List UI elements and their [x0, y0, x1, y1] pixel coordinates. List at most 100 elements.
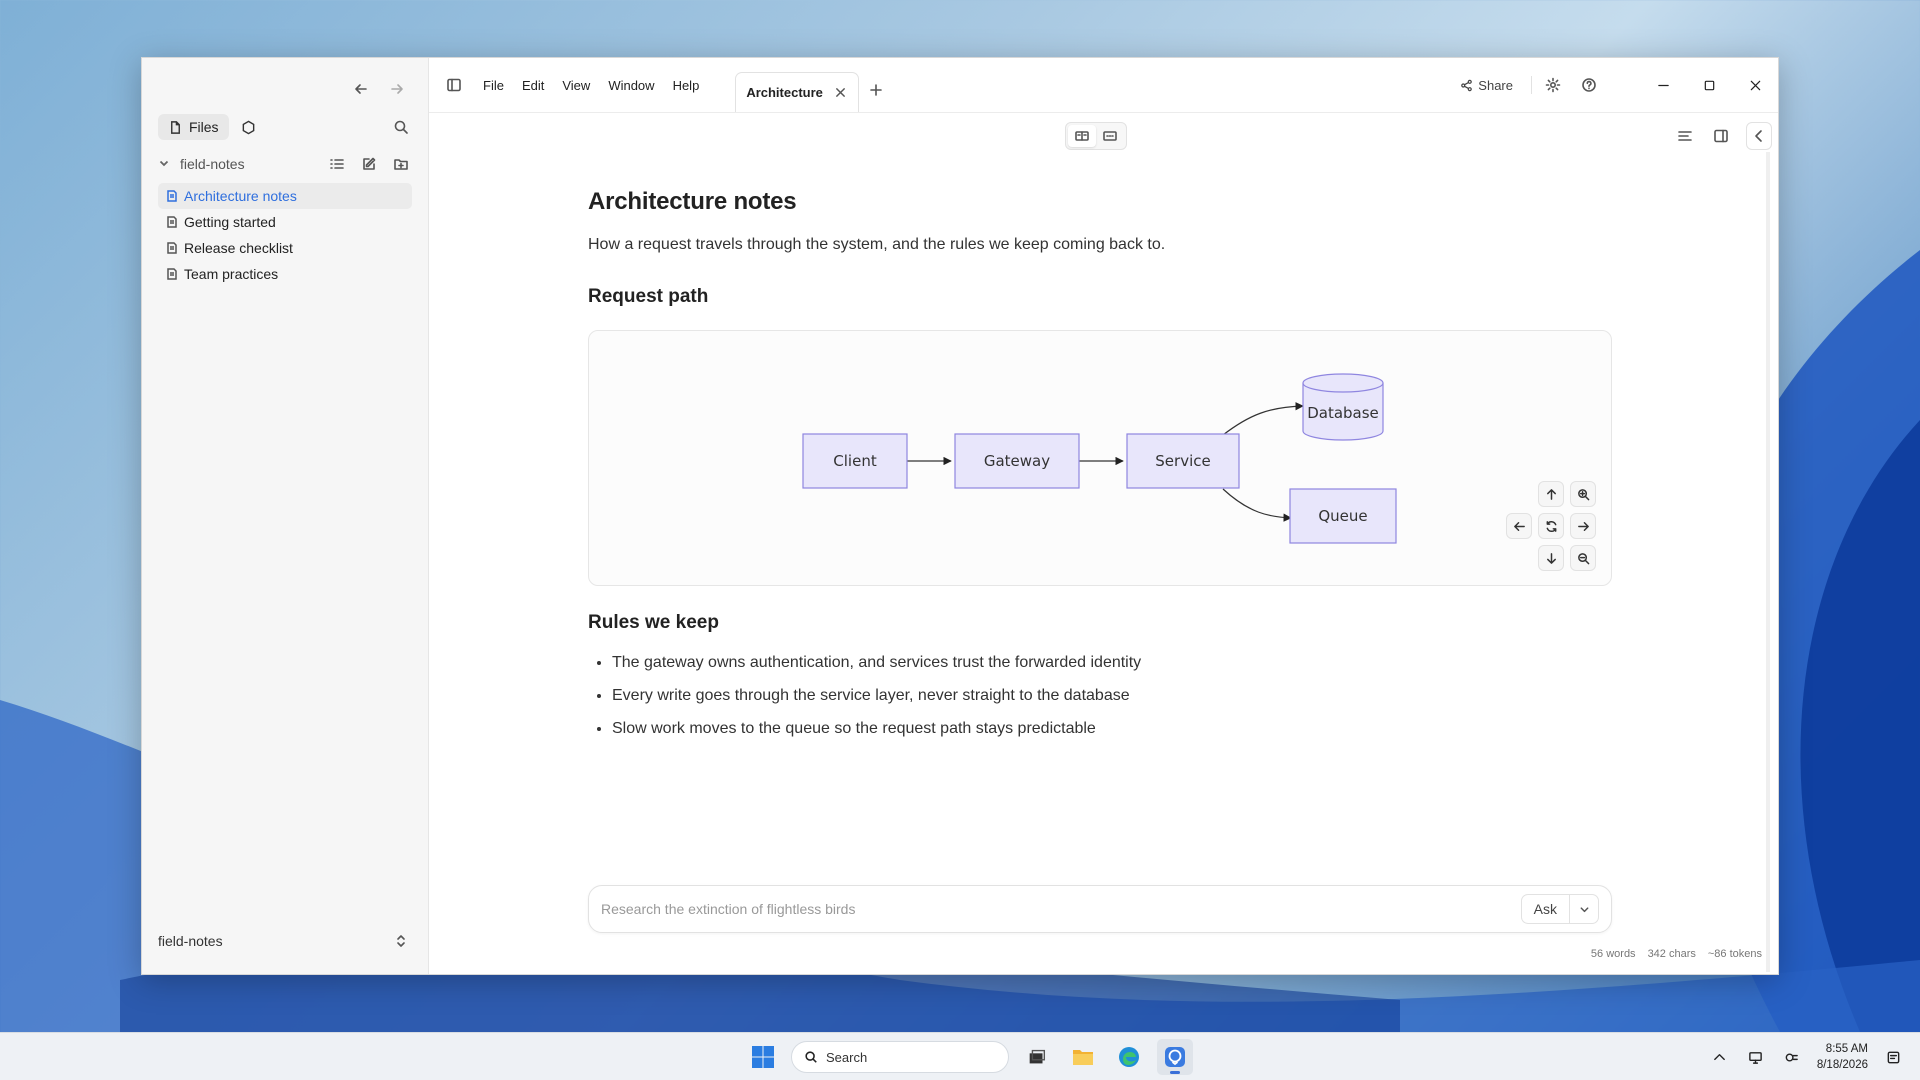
title-bar: File Edit View Window Help Architecture …: [429, 58, 1778, 113]
file-label: Team practices: [184, 266, 279, 282]
clock[interactable]: 8:55 AM 8/18/2026: [1817, 1041, 1868, 1073]
pan-left-icon[interactable]: [1506, 513, 1532, 539]
minimize-icon[interactable]: [1640, 65, 1686, 105]
plus-icon[interactable]: [865, 79, 887, 101]
taskbar-apps: Search: [745, 1039, 1193, 1075]
file-list: Architecture notes Getting started Relea…: [158, 183, 412, 287]
start-icon[interactable]: [745, 1039, 781, 1075]
tab-graph[interactable]: [241, 120, 256, 135]
new-folder-icon[interactable]: [390, 153, 412, 175]
diagram-canvas: Client Gateway Service Database Queue: [802, 373, 1397, 544]
tab-title: Architecture: [746, 85, 823, 100]
ask-input[interactable]: [601, 901, 1521, 917]
editor-actions: [1674, 122, 1772, 150]
window-close-icon[interactable]: [1732, 65, 1778, 105]
note-icon: [167, 242, 177, 254]
vault-name: field-notes: [180, 156, 245, 172]
network-icon[interactable]: [1781, 1046, 1803, 1068]
ask-button[interactable]: Ask: [1522, 895, 1570, 923]
rules-list: The gateway owns authentication, and ser…: [588, 654, 1612, 738]
chevron-up-icon[interactable]: [1709, 1046, 1731, 1068]
vault-header[interactable]: field-notes: [158, 152, 412, 176]
sidebar: Files field-notes Architecture notes Get…: [142, 58, 429, 974]
forward-arrow-icon[interactable]: [386, 78, 408, 100]
list-item: Every write goes through the service lay…: [612, 687, 1612, 705]
zoom-in-icon[interactable]: [1570, 481, 1596, 507]
node-label: Client: [833, 452, 877, 470]
page-title: Architecture notes: [588, 188, 797, 215]
hexagon-icon: [242, 120, 254, 134]
intro-paragraph: How a request travels through the system…: [588, 236, 1166, 253]
chevron-left-icon[interactable]: [1746, 122, 1772, 150]
menu-edit[interactable]: Edit: [520, 76, 546, 95]
display-icon[interactable]: [1745, 1046, 1767, 1068]
menu-view[interactable]: View: [560, 76, 592, 95]
share-button[interactable]: Share: [1460, 78, 1513, 93]
reading-view-icon[interactable]: [1068, 125, 1096, 147]
menu-window[interactable]: Window: [606, 76, 656, 95]
menu-bar: File Edit View Window Help: [481, 76, 701, 95]
node-service: Service: [1126, 433, 1240, 489]
note-icon: [167, 190, 177, 202]
node-label: Queue: [1318, 507, 1367, 525]
source-view-icon[interactable]: [1096, 125, 1124, 147]
search-icon[interactable]: [390, 116, 412, 138]
node-label: Gateway: [984, 452, 1050, 470]
section-heading: Rules we keep: [588, 612, 719, 633]
clock-date: 8/18/2026: [1816, 1059, 1868, 1071]
scrollbar[interactable]: [1766, 152, 1770, 972]
maximize-icon[interactable]: [1686, 65, 1732, 105]
chevron-up-down-icon: [390, 930, 412, 952]
node-queue: Queue: [1289, 488, 1397, 544]
vault-switcher[interactable]: field-notes: [158, 930, 412, 952]
split-pane-icon[interactable]: [1710, 125, 1732, 147]
gear-icon[interactable]: [1542, 74, 1564, 96]
chevron-down-icon[interactable]: [1570, 895, 1598, 923]
task-view-icon[interactable]: [1019, 1039, 1055, 1075]
node-label: Service: [1155, 452, 1210, 470]
file-icon: [171, 120, 180, 134]
chevron-down-icon: [158, 156, 174, 172]
main-area: File Edit View Window Help Architecture …: [429, 58, 1778, 974]
menu-help[interactable]: Help: [671, 76, 702, 95]
notes-app-icon[interactable]: [1157, 1039, 1193, 1075]
list-item[interactable]: Getting started: [158, 209, 412, 235]
app-window: Files field-notes Architecture notes Get…: [141, 57, 1779, 975]
pan-up-icon[interactable]: [1538, 481, 1564, 507]
flow-diagram: Client Gateway Service Database Queue: [588, 330, 1612, 586]
tab-files[interactable]: Files: [158, 114, 229, 140]
reset-view-icon[interactable]: [1538, 513, 1564, 539]
outline-icon[interactable]: [1674, 125, 1696, 147]
list-item[interactable]: Team practices: [158, 261, 412, 287]
note-content: Architecture notes How a request travels…: [588, 188, 1612, 753]
view-mode-toggle: [1065, 122, 1127, 150]
list-item: Slow work moves to the queue so the requ…: [612, 720, 1612, 738]
list-item[interactable]: Architecture notes: [158, 183, 412, 209]
notifications-icon[interactable]: [1882, 1046, 1904, 1068]
zoom-out-icon[interactable]: [1570, 545, 1596, 571]
note-icon: [167, 268, 177, 280]
file-label: Architecture notes: [184, 188, 297, 204]
edge-browser-icon[interactable]: [1111, 1039, 1147, 1075]
close-icon[interactable]: [832, 85, 848, 101]
system-tray: 8:55 AM 8/18/2026: [1709, 1033, 1904, 1080]
sidebar-tabs: Files: [158, 113, 412, 141]
pan-right-icon[interactable]: [1570, 513, 1596, 539]
new-note-icon[interactable]: [358, 153, 380, 175]
taskbar: Search 8:55 AM 8/18/2026: [0, 1032, 1920, 1080]
file-explorer-icon[interactable]: [1065, 1039, 1101, 1075]
sidebar-toggle-icon[interactable]: [443, 74, 465, 96]
taskbar-search[interactable]: Search: [791, 1041, 1009, 1073]
tab-architecture[interactable]: Architecture: [735, 72, 860, 112]
search-icon: [805, 1051, 817, 1063]
back-arrow-icon[interactable]: [350, 78, 372, 100]
menu-file[interactable]: File: [481, 76, 506, 95]
list-item[interactable]: Release checklist: [158, 235, 412, 261]
list-icon[interactable]: [326, 153, 348, 175]
list-item: The gateway owns authentication, and ser…: [612, 654, 1612, 672]
share-icon: [1461, 79, 1473, 91]
note-icon: [167, 216, 177, 228]
help-icon[interactable]: [1578, 74, 1600, 96]
pan-down-icon[interactable]: [1538, 545, 1564, 571]
edge-service-database: [1222, 402, 1304, 436]
